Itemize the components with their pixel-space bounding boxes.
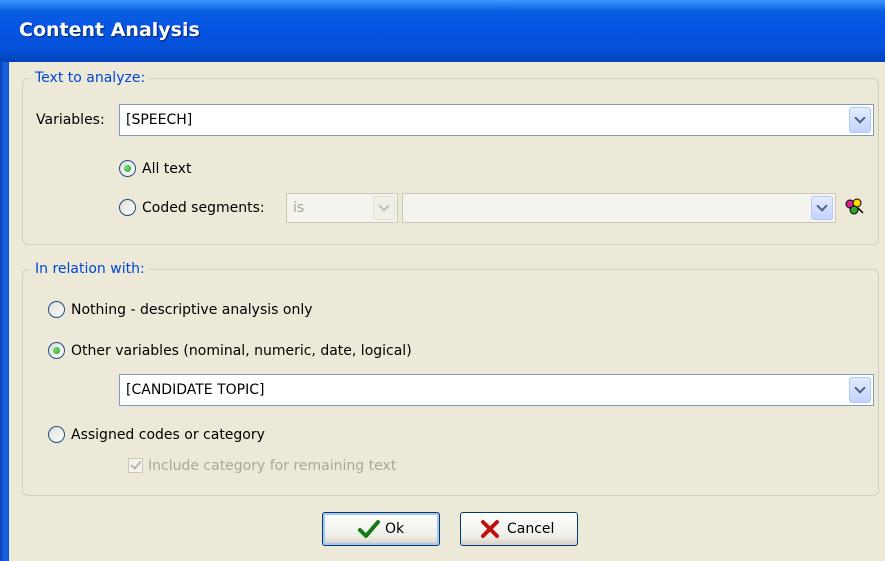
in-relation-with-legend: In relation with:: [31, 260, 149, 278]
all-text-radio[interactable]: [119, 160, 136, 177]
window-title: Content Analysis: [19, 19, 200, 41]
segment-operator-combo[interactable]: is: [286, 193, 398, 223]
include-category-checkbox[interactable]: [128, 458, 143, 473]
segment-operator-value: is: [293, 200, 305, 216]
variables-label: Variables:: [36, 112, 105, 128]
chevron-down-icon: [378, 200, 390, 212]
segment-code-dropdown-button[interactable]: [811, 196, 833, 220]
content-analysis-dialog: Content Analysis Text to analyze: Variab…: [0, 0, 885, 561]
text-to-analyze-legend: Text to analyze:: [31, 69, 150, 87]
variables-combo[interactable]: [SPEECH]: [119, 104, 874, 136]
nothing-radio[interactable]: [48, 301, 65, 318]
red-x-icon: [481, 520, 499, 538]
variables-value: [SPEECH]: [126, 112, 193, 128]
variables-dropdown-button[interactable]: [849, 107, 871, 133]
coded-segments-radio[interactable]: [119, 199, 136, 216]
coded-segments-label[interactable]: Coded segments:: [142, 199, 265, 217]
cancel-button[interactable]: Cancel: [460, 512, 578, 546]
title-bar[interactable]: Content Analysis: [0, 0, 885, 62]
segment-code-combo[interactable]: [402, 193, 836, 223]
nothing-label[interactable]: Nothing - descriptive analysis only: [71, 301, 313, 319]
green-check-icon: [358, 520, 380, 538]
other-variables-label[interactable]: Other variables (nominal, numeric, date,…: [71, 342, 412, 360]
cancel-label: Cancel: [507, 521, 555, 537]
other-variables-value: [CANDIDATE TOPIC]: [126, 382, 265, 398]
other-variables-radio[interactable]: [48, 342, 65, 359]
assigned-codes-label[interactable]: Assigned codes or category: [71, 426, 265, 444]
color-code-icon[interactable]: [843, 196, 865, 218]
chevron-down-icon: [854, 112, 866, 124]
include-category-label[interactable]: Include category for remaining text: [148, 457, 396, 475]
chevron-down-icon: [854, 382, 866, 394]
segment-operator-dropdown-button[interactable]: [373, 196, 395, 220]
ok-button[interactable]: Ok: [322, 512, 440, 546]
chevron-down-icon: [816, 200, 828, 212]
dialog-body: Text to analyze: Variables: [SPEECH] All…: [9, 62, 885, 561]
window-frame: [0, 62, 9, 561]
ok-label: Ok: [385, 521, 405, 537]
other-variables-combo[interactable]: [CANDIDATE TOPIC]: [119, 374, 874, 406]
other-variables-dropdown-button[interactable]: [849, 377, 871, 403]
all-text-label[interactable]: All text: [142, 160, 191, 178]
assigned-codes-radio[interactable]: [48, 426, 65, 443]
